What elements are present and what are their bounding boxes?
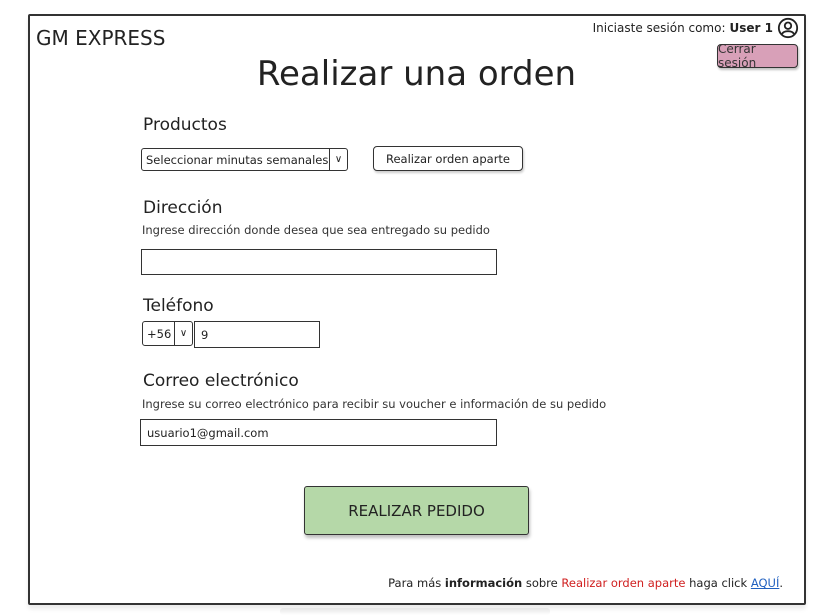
email-input[interactable]: usuario1@gmail.com	[140, 419, 497, 446]
brand-logo: GM EXPRESS	[36, 26, 166, 50]
footer-note: Para más información sobre Realizar orde…	[388, 576, 783, 590]
footer-text-3: haga click	[685, 576, 751, 590]
session-info: Iniciaste sesión como: User 1	[593, 17, 799, 39]
products-title: Productos	[143, 115, 227, 135]
footer-text-1: Para más	[388, 576, 445, 590]
address-input[interactable]	[141, 249, 497, 275]
chevron-down-icon: ∨	[174, 322, 192, 345]
separate-order-button[interactable]: Realizar orden aparte	[373, 146, 523, 171]
phone-title: Teléfono	[143, 296, 214, 316]
submit-order-button[interactable]: REALIZAR PEDIDO	[304, 486, 529, 535]
footer-link[interactable]: AQUÍ	[751, 576, 780, 590]
footer-end: .	[779, 576, 783, 590]
phone-prefix-value: +56	[147, 326, 172, 341]
footer-text-2: sobre	[522, 576, 562, 590]
footer-bold: información	[444, 576, 523, 590]
address-hint: Ingrese dirección donde desea que sea en…	[142, 223, 490, 237]
footer-highlight: Realizar orden aparte	[561, 576, 686, 590]
products-select-value: Seleccionar minutas semanales	[146, 152, 329, 167]
email-hint: Ingrese su correo electrónico para recib…	[142, 397, 607, 411]
session-prefix: Iniciaste sesión como:	[592, 21, 726, 35]
user-name: User 1	[729, 21, 773, 35]
chevron-down-icon: ∨	[329, 149, 347, 170]
bottom-shadow	[280, 608, 550, 615]
products-select[interactable]: Seleccionar minutas semanales ∨	[141, 148, 348, 171]
phone-input[interactable]: 9	[194, 321, 320, 348]
user-avatar-icon[interactable]	[777, 17, 799, 39]
phone-prefix-select[interactable]: +56 ∨	[142, 321, 193, 346]
page-title: Realizar una orden	[256, 54, 577, 94]
address-title: Dirección	[143, 198, 223, 218]
email-title: Correo electrónico	[143, 371, 299, 391]
